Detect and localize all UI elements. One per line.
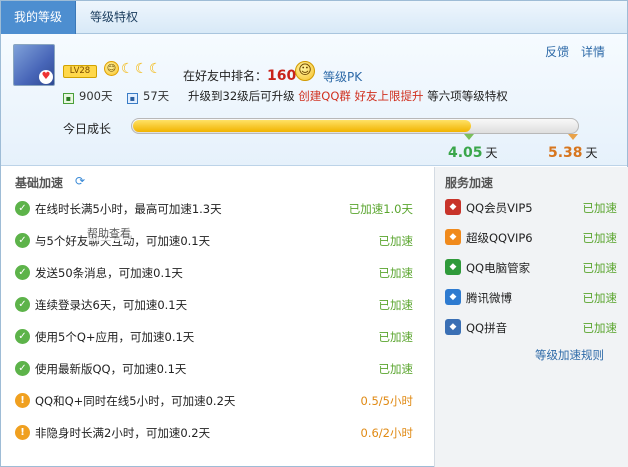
item-text: QQ和Q+同时在线5小时，可加速0.2天 xyxy=(35,394,236,408)
basic-acceleration-item: ✓ 连续登录达6天，可加速0.1天 已加速 xyxy=(13,295,413,315)
details-link[interactable]: 详情 xyxy=(581,45,605,59)
check-icon: ✓ xyxy=(15,329,30,344)
service-status: 已加速 xyxy=(582,231,618,245)
service-label: QQ电脑管家 xyxy=(466,261,531,275)
item-status: 已加速 xyxy=(378,266,414,280)
level-summary: ♥ LV28 😊 ☾ ☾ ☾ 在好友中排名：160 ☺ 等级PK 反馈 详情 ▪… xyxy=(1,34,627,166)
sun-icon: 😊 xyxy=(104,61,119,76)
item-text: 发送50条消息，可加速0.1天 xyxy=(35,266,183,280)
basic-acceleration-item: ✓ 与5个好友聊天互动，可加速0.1天 已加速 xyxy=(13,231,413,251)
max-growth-value: 5.38 天 xyxy=(548,145,598,161)
item-status: 已加速 xyxy=(378,234,414,248)
info-icon: ! xyxy=(15,393,30,408)
check-icon: ✓ xyxy=(15,265,30,280)
check-icon: ✓ xyxy=(15,361,30,376)
service-status: 已加速 xyxy=(582,321,618,335)
tab-level-privileges[interactable]: 等级特权 xyxy=(77,1,151,34)
item-status: 已加速1.0天 xyxy=(348,202,413,216)
growth-progress-fill xyxy=(133,120,471,132)
basic-acceleration-item: ✓ 在线时长满5小时，最高可加速1.3天 已加速1.0天 xyxy=(13,199,413,219)
level-pk-link[interactable]: 等级PK xyxy=(323,68,362,85)
item-text: 使用最新版QQ，可加速0.1天 xyxy=(35,362,187,376)
moon-icon: ☾ xyxy=(149,61,162,77)
upgrade-privilege-link[interactable]: 创建QQ群 好友上限提升 xyxy=(298,89,423,103)
avatar[interactable]: ♥ xyxy=(13,44,55,86)
service-item[interactable]: ◆ QQ拼音 已加速 xyxy=(445,317,617,337)
item-status: 已加速 xyxy=(378,362,414,376)
item-status: 已加速 xyxy=(378,298,414,312)
item-text: 非隐身时长满2小时，可加速0.2天 xyxy=(35,426,211,440)
orange-marker xyxy=(568,134,578,140)
tab-bar: 我的等级 等级特权 xyxy=(1,1,627,34)
service-acceleration-title: 服务加速 xyxy=(445,176,494,190)
heart-icon: ♥ xyxy=(39,70,53,84)
calendar-icon: ▪ xyxy=(63,93,74,104)
service-label: QQ会员VIP5 xyxy=(466,201,533,215)
basic-acceleration-item: ! 非隐身时长满2小时，可加速0.2天 0.6/2小时 xyxy=(13,423,413,443)
service-label: 超级QQVIP6 xyxy=(466,231,533,245)
growth-value: 4.05 天 xyxy=(448,145,498,161)
item-status: 已加速 xyxy=(378,330,414,344)
basic-acceleration-title: 基础加速 xyxy=(15,176,64,190)
total-days: ▪ 900天 xyxy=(63,88,112,104)
item-status: 0.5/5小时 xyxy=(360,394,413,408)
basic-acceleration-item: ! QQ和Q+同时在线5小时，可加速0.2天 0.5/5小时 xyxy=(13,391,413,411)
tab-my-level[interactable]: 我的等级 xyxy=(1,1,77,34)
service-label: 腾讯微博 xyxy=(466,291,512,305)
basic-acceleration-item: ✓ 使用5个Q+应用，可加速0.1天 已加速 xyxy=(13,327,413,347)
item-text: 连续登录达6天，可加速0.1天 xyxy=(35,298,188,312)
remaining-days: ▪ 57天 xyxy=(127,88,169,104)
weibo-icon: ◆ xyxy=(445,289,461,305)
moon-icon: ☾ xyxy=(121,61,134,77)
basic-acceleration-item: ✓ 使用最新版QQ，可加速0.1天 已加速 xyxy=(13,359,413,379)
item-text: 在线时长满5小时，最高可加速1.3天 xyxy=(35,202,222,216)
super-qq-icon: ◆ xyxy=(445,229,461,245)
service-status: 已加速 xyxy=(582,291,618,305)
green-marker xyxy=(464,134,474,140)
check-icon: ✓ xyxy=(15,297,30,312)
service-acceleration-panel: 服务加速 ◆ QQ会员VIP5 已加速 ◆ 超级QQVIP6 已加速 ◆ QQ电脑管家 已加速 ◆… xyxy=(434,167,628,467)
header-links: 反馈 详情 xyxy=(537,43,605,60)
upgrade-info: 升级到32级后可升级 创建QQ群 好友上限提升 等六项等级特权 xyxy=(188,89,508,103)
service-item[interactable]: ◆ QQ电脑管家 已加速 xyxy=(445,257,617,277)
service-label: QQ拼音 xyxy=(466,321,508,335)
service-item[interactable]: ◆ 腾讯微博 已加速 xyxy=(445,287,617,307)
refresh-icon[interactable]: ⟳ xyxy=(75,174,85,188)
pinyin-icon: ◆ xyxy=(445,319,461,335)
friend-rank: 在好友中排名：160 xyxy=(183,68,297,84)
service-item[interactable]: ◆ 超级QQVIP6 已加速 xyxy=(445,227,617,247)
growth-progress-bar xyxy=(131,118,579,134)
qq-member-icon: ◆ xyxy=(445,199,461,215)
check-icon: ✓ xyxy=(15,201,30,216)
clock-icon: ▪ xyxy=(127,93,138,104)
basic-acceleration-item: ✓ 发送50条消息，可加速0.1天 已加速 xyxy=(13,263,413,283)
service-status: 已加速 xyxy=(582,201,618,215)
help-tooltip: 帮助查看 xyxy=(87,225,131,241)
info-icon: ! xyxy=(15,425,30,440)
item-status: 0.6/2小时 xyxy=(360,426,413,440)
check-icon: ✓ xyxy=(15,233,30,248)
today-growth-label: 今日成长 xyxy=(63,122,112,136)
moon-icon: ☾ xyxy=(135,61,148,77)
level-window: 我的等级 等级特权 ♥ LV28 😊 ☾ ☾ ☾ 在好友中排名：160 ☺ 等级… xyxy=(0,0,628,467)
rank-value: 160 xyxy=(267,68,297,84)
item-text: 使用5个Q+应用，可加速0.1天 xyxy=(35,330,195,344)
smiley-icon: ☺ xyxy=(295,61,315,81)
acceleration-rules-link[interactable]: 等级加速规则 xyxy=(535,347,604,363)
level-badge: LV28 xyxy=(63,65,97,78)
service-item[interactable]: ◆ QQ会员VIP5 已加速 xyxy=(445,197,617,217)
service-status: 已加速 xyxy=(582,261,618,275)
pc-manager-icon: ◆ xyxy=(445,259,461,275)
basic-acceleration-panel: 基础加速 ⟳ ✓ 在线时长满5小时，最高可加速1.3天 已加速1.0天 ✓ 与5个好友聊… xyxy=(5,170,429,467)
feedback-link[interactable]: 反馈 xyxy=(545,45,569,59)
